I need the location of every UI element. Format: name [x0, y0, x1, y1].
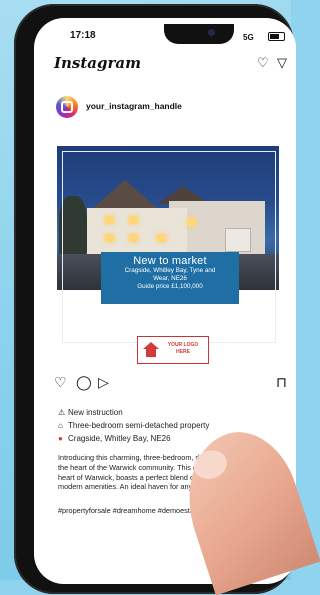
instagram-logo[interactable]: Instagram [54, 54, 141, 72]
post-profile[interactable]: your_instagram_handle [54, 96, 284, 120]
like-heart-icon[interactable]: ♡ [54, 374, 67, 391]
window [129, 216, 138, 224]
window [187, 218, 196, 226]
heart-icon[interactable]: ♡ [257, 55, 269, 71]
bookmark-icon[interactable]: ⊓ [276, 374, 287, 391]
camera-notch [164, 24, 234, 44]
post-actions: ♡ ◯ ▷ ⊓ [54, 374, 294, 394]
window [157, 234, 166, 242]
avatar[interactable] [56, 96, 78, 118]
window [105, 234, 114, 242]
megaphone-icon: ⚠ [58, 408, 66, 417]
status-time: 17:18 [70, 30, 96, 41]
battery-icon [268, 32, 285, 41]
banner-title: New to market [133, 255, 207, 267]
house-icon: ⌂ [58, 421, 63, 430]
send-icon[interactable]: ▽ [277, 55, 287, 71]
share-send-icon[interactable]: ▷ [98, 374, 109, 391]
comment-icon[interactable]: ◯ [76, 374, 92, 391]
window [105, 216, 114, 224]
listing-banner: New to market Cragside, Whitley Bay, Tyn… [101, 252, 239, 304]
camera-lens [208, 29, 215, 36]
network-indicator: 5G [243, 33, 254, 42]
window [129, 234, 138, 242]
banner-price: Guide price £1,100,000 [137, 283, 203, 290]
caption-line-1: ⚠ New instruction [58, 408, 123, 417]
tree [59, 196, 87, 256]
logo-placeholder: YOUR LOGO HERE [137, 336, 209, 364]
logo-text: YOUR LOGO HERE [167, 342, 199, 355]
banner-address-2: Wear, NE26 [153, 275, 187, 282]
caption-line-2: ⌂ Three-bedroom semi-detached property [58, 421, 210, 430]
garage-door [225, 228, 251, 252]
status-bar: 17:18 5G [34, 18, 296, 46]
username[interactable]: your_instagram_handle [86, 101, 182, 111]
post-image[interactable]: New to market Cragside, Whitley Bay, Tyn… [53, 126, 296, 370]
instagram-header: Instagram ♡ ▽ [34, 50, 296, 74]
house-roof [91, 180, 159, 210]
pin-icon: ● [58, 434, 63, 443]
banner-address-1: Cragside, Whitley Bay, Tyne and [124, 267, 216, 274]
house-icon [143, 342, 159, 358]
